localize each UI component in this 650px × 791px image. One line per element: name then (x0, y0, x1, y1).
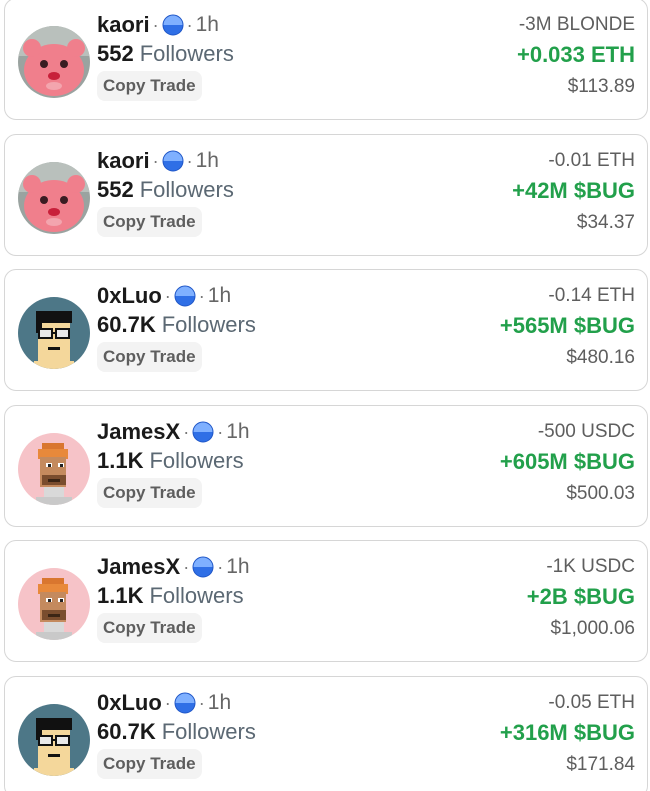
username[interactable]: 0xLuo (97, 283, 162, 309)
sold-amount: -3M BLONDE (518, 14, 635, 35)
separator-dot: · (198, 285, 205, 306)
0xluo-avatar-icon (18, 704, 90, 776)
followers-label: Followers (161, 312, 256, 337)
avatar[interactable] (18, 433, 90, 505)
bought-amount: +565M $BUG (499, 313, 635, 338)
trade-card[interactable]: JamesX · · 1h 1.1K Followers Copy Trade … (4, 405, 648, 527)
separator-dot: · (217, 421, 224, 442)
username[interactable]: kaori (97, 148, 150, 174)
verified-badge-icon (162, 150, 184, 172)
bought-amount: +316M $BUG (499, 720, 635, 745)
verified-badge-icon (192, 421, 214, 443)
avatar[interactable] (18, 568, 90, 640)
copy-trade-button[interactable]: Copy Trade (97, 207, 202, 237)
sold-amount: -500 USDC (537, 421, 635, 442)
separator-dot: · (186, 14, 193, 35)
trade-feed: kaori · · 1h 552 Followers Copy Trade -3… (0, 0, 650, 791)
bought-amount: +0.033 ETH (516, 42, 635, 67)
avatar[interactable] (18, 704, 90, 776)
timestamp: 1h (207, 284, 232, 307)
trade-card[interactable]: JamesX · · 1h 1.1K Followers Copy Trade … (4, 540, 648, 662)
verified-badge-icon (192, 556, 214, 578)
timestamp: 1h (226, 420, 250, 443)
username[interactable]: 0xLuo (97, 690, 162, 716)
separator-dot: · (183, 556, 190, 577)
trade-card[interactable]: 0xLuo · · 1h 60.7K Followers Copy Trade … (4, 676, 648, 791)
followers-count: 552 (97, 41, 134, 66)
usd-value: $480.16 (566, 347, 635, 368)
username[interactable]: JamesX (97, 554, 180, 580)
sold-amount: -0.01 ETH (548, 150, 635, 171)
usd-value: $113.89 (567, 76, 635, 97)
timestamp: 1h (195, 149, 219, 172)
followers-count: 1.1K (97, 448, 144, 473)
copy-trade-button[interactable]: Copy Trade (97, 613, 202, 643)
copy-trade-button[interactable]: Copy Trade (97, 71, 202, 101)
separator-dot: · (164, 285, 171, 306)
followers-label: Followers (139, 177, 234, 202)
usd-value: $171.84 (566, 754, 635, 775)
kaori-avatar-icon (18, 162, 90, 234)
jamesx-avatar-icon (18, 568, 90, 640)
separator-dot: · (164, 692, 171, 713)
username[interactable]: kaori (97, 12, 150, 38)
followers-label: Followers (149, 448, 244, 473)
usd-value: $34.37 (576, 212, 635, 233)
followers-count: 60.7K (97, 719, 156, 744)
followers-label: Followers (139, 41, 234, 66)
followers-count: 1.1K (97, 583, 144, 608)
kaori-avatar-icon (18, 26, 90, 98)
timestamp: 1h (195, 13, 219, 36)
sold-amount: -0.05 ETH (548, 692, 635, 713)
copy-trade-button[interactable]: Copy Trade (97, 478, 202, 508)
separator-dot: · (183, 421, 190, 442)
timestamp: 1h (226, 555, 250, 578)
trade-card[interactable]: 0xLuo · · 1h 60.7K Followers Copy Trade … (4, 269, 648, 391)
timestamp: 1h (207, 691, 232, 714)
separator-dot: · (198, 692, 205, 713)
avatar[interactable] (18, 26, 90, 98)
separator-dot: · (152, 14, 159, 35)
0xluo-avatar-icon (18, 297, 90, 369)
verified-badge-icon (162, 14, 184, 36)
verified-badge-icon (174, 692, 196, 714)
followers-label: Followers (149, 583, 244, 608)
followers-count: 60.7K (97, 312, 156, 337)
bought-amount: +605M $BUG (499, 449, 635, 474)
avatar[interactable] (18, 297, 90, 369)
usd-value: $1,000.06 (550, 618, 635, 639)
sold-amount: -1K USDC (546, 556, 635, 577)
sold-amount: -0.14 ETH (548, 285, 635, 306)
copy-trade-button[interactable]: Copy Trade (97, 749, 202, 779)
verified-badge-icon (174, 285, 196, 307)
avatar[interactable] (18, 162, 90, 234)
bought-amount: +42M $BUG (512, 178, 635, 203)
separator-dot: · (217, 556, 224, 577)
trade-card[interactable]: kaori · · 1h 552 Followers Copy Trade -3… (4, 0, 648, 120)
bought-amount: +2B $BUG (526, 584, 635, 609)
separator-dot: · (152, 150, 159, 171)
username[interactable]: JamesX (97, 419, 180, 445)
copy-trade-button[interactable]: Copy Trade (97, 342, 202, 372)
trade-card[interactable]: kaori · · 1h 552 Followers Copy Trade -0… (4, 134, 648, 256)
separator-dot: · (186, 150, 193, 171)
usd-value: $500.03 (566, 483, 635, 504)
followers-count: 552 (97, 177, 134, 202)
jamesx-avatar-icon (18, 433, 90, 505)
followers-label: Followers (161, 719, 256, 744)
